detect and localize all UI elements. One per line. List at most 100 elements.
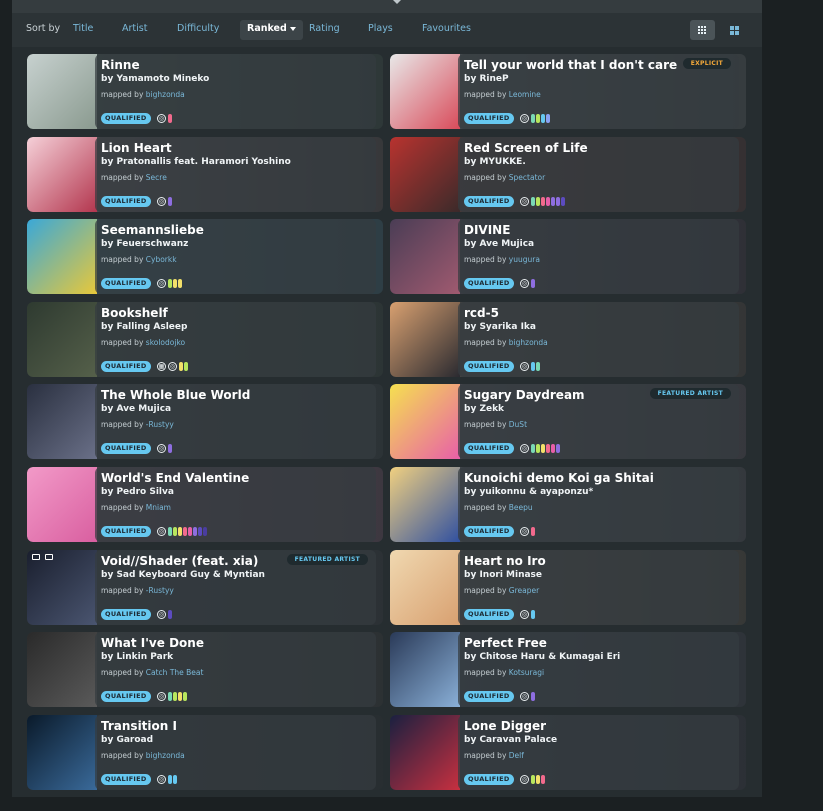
beatmap-artist[interactable]: by Inori Minase: [464, 570, 542, 580]
chevron-down-icon[interactable]: [393, 0, 401, 4]
status-badge[interactable]: QUALIFIED: [101, 526, 151, 537]
sort-title[interactable]: Title: [73, 23, 93, 34]
beatmap-card[interactable]: rcd-5 by Syarika Ika mapped by bighzonda QU…: [390, 301, 746, 377]
difficulty-dot[interactable]: [168, 774, 172, 784]
status-badge[interactable]: QUALIFIED: [464, 526, 514, 537]
view-grid-button[interactable]: [690, 20, 715, 40]
difficulty-dot[interactable]: [536, 196, 540, 206]
difficulty-dot[interactable]: [168, 609, 172, 619]
beatmap-title[interactable]: Tell your world that I don't care: [464, 58, 677, 72]
difficulty-dot[interactable]: [198, 527, 202, 536]
status-badge[interactable]: QUALIFIED: [101, 608, 151, 620]
cover-image[interactable]: [390, 549, 460, 625]
difficulty-dot[interactable]: [531, 444, 535, 454]
mapper-link[interactable]: Leomine: [509, 90, 541, 99]
difficulty-dot[interactable]: [531, 114, 535, 123]
beatmap-title[interactable]: DIVINE: [464, 223, 510, 237]
beatmap-title[interactable]: Kunoichi demo Koi ga Shitai: [464, 471, 654, 485]
cover-image[interactable]: [27, 54, 97, 129]
beatmap-artist[interactable]: by Garoad: [101, 735, 153, 745]
beatmap-card[interactable]: Lion Heart by Pratonallis feat. Haramori …: [27, 136, 383, 212]
cover-image[interactable]: [27, 301, 97, 377]
difficulty-dot[interactable]: [173, 527, 177, 536]
cover-image[interactable]: [27, 467, 97, 542]
beatmap-card[interactable]: What I've Done by Linkin Park mapped by Ca…: [27, 632, 383, 708]
beatmap-artist[interactable]: by Feuerschwanz: [101, 239, 188, 249]
beatmap-title[interactable]: Seemannsliebe: [101, 223, 204, 237]
beatmap-artist[interactable]: by MYUKKE.: [464, 157, 526, 167]
sort-favourites[interactable]: Favourites: [422, 23, 471, 34]
beatmap-artist[interactable]: by Pratonallis feat. Haramori Yoshino: [101, 157, 291, 167]
status-badge[interactable]: QUALIFIED: [101, 113, 151, 124]
mapper-link[interactable]: DuSt: [509, 420, 527, 429]
status-badge[interactable]: QUALIFIED: [101, 691, 151, 703]
beatmap-title[interactable]: World's End Valentine: [101, 471, 249, 485]
beatmap-title[interactable]: Heart no Iro: [464, 554, 546, 568]
beatmap-artist[interactable]: by RineP: [464, 74, 509, 84]
status-badge[interactable]: QUALIFIED: [101, 360, 151, 372]
status-badge[interactable]: QUALIFIED: [101, 443, 151, 455]
status-badge[interactable]: QUALIFIED: [101, 278, 151, 290]
difficulty-dot[interactable]: [168, 196, 172, 206]
beatmap-card[interactable]: Tell your world that I don't care by Rine…: [390, 54, 746, 129]
sort-ranked[interactable]: Ranked: [240, 20, 303, 40]
mapper-link[interactable]: Spectator: [509, 173, 545, 182]
beatmap-artist[interactable]: by Ave Mujica: [464, 239, 534, 249]
mapper-link[interactable]: Delf: [509, 751, 524, 760]
beatmap-title[interactable]: Lone Digger: [464, 719, 546, 733]
status-badge[interactable]: QUALIFIED: [464, 195, 514, 207]
beatmap-title[interactable]: Transition I: [101, 719, 177, 733]
beatmap-title[interactable]: What I've Done: [101, 636, 204, 650]
difficulty-dot[interactable]: [203, 527, 207, 536]
beatmap-artist[interactable]: by Chitose Haru & Kumagai Eri: [464, 652, 620, 662]
difficulty-dot[interactable]: [531, 774, 535, 784]
sort-rating[interactable]: Rating: [309, 23, 340, 34]
sort-plays[interactable]: Plays: [368, 23, 393, 34]
cover-image[interactable]: [390, 54, 460, 129]
difficulty-dot[interactable]: [546, 196, 550, 206]
beatmap-artist[interactable]: by Caravan Palace: [464, 735, 557, 745]
view-large-button[interactable]: [722, 20, 747, 40]
beatmap-card[interactable]: Seemannsliebe by Feuerschwanz mapped by Cy…: [27, 219, 383, 295]
beatmap-artist[interactable]: by yuikonnu & ayaponzu*: [464, 487, 593, 497]
mapper-link[interactable]: bighzonda: [509, 338, 548, 347]
beatmap-artist[interactable]: by Zekk: [464, 404, 504, 414]
difficulty-dot[interactable]: [173, 774, 177, 784]
difficulty-dot[interactable]: [168, 279, 172, 289]
cover-image[interactable]: [390, 136, 460, 212]
difficulty-dot[interactable]: [536, 114, 540, 123]
difficulty-dot[interactable]: [541, 114, 545, 123]
difficulty-dot[interactable]: [173, 692, 177, 702]
beatmap-card[interactable]: Perfect Free by Chitose Haru & Kumagai Er…: [390, 632, 746, 708]
cover-image[interactable]: [27, 219, 97, 295]
difficulty-dot[interactable]: [183, 692, 187, 702]
difficulty-dot[interactable]: [541, 774, 545, 784]
beatmap-card[interactable]: Transition I by Garoad mapped by bighzonda…: [27, 714, 383, 790]
mapper-link[interactable]: Catch The Beat: [146, 668, 204, 677]
beatmap-artist[interactable]: by Sad Keyboard Guy & Myntian: [101, 570, 265, 580]
beatmap-title[interactable]: Sugary Daydream: [464, 388, 585, 402]
status-badge[interactable]: QUALIFIED: [101, 195, 151, 207]
difficulty-dot[interactable]: [546, 114, 550, 123]
difficulty-dot[interactable]: [184, 361, 188, 371]
difficulty-dot[interactable]: [531, 196, 535, 206]
difficulty-dot[interactable]: [546, 444, 550, 454]
status-badge[interactable]: QUALIFIED: [464, 278, 514, 290]
difficulty-dot[interactable]: [536, 444, 540, 454]
cover-image[interactable]: [390, 714, 460, 790]
mapper-link[interactable]: bighzonda: [146, 751, 185, 760]
cover-image[interactable]: [27, 714, 97, 790]
beatmap-title[interactable]: The Whole Blue World: [101, 388, 250, 402]
beatmap-card[interactable]: Bookshelf by Falling Asleep mapped by skol…: [27, 301, 383, 377]
beatmap-artist[interactable]: by Linkin Park: [101, 652, 173, 662]
beatmap-card[interactable]: World's End Valentine by Pedro Silva mappe…: [27, 467, 383, 542]
beatmap-card[interactable]: Void//Shader (feat. xia) by Sad Keyboard …: [27, 549, 383, 625]
mapper-link[interactable]: Beepu: [509, 503, 533, 512]
beatmap-card[interactable]: Kunoichi demo Koi ga Shitai by yuikonnu &…: [390, 467, 746, 542]
mapper-link[interactable]: Secre: [146, 173, 167, 182]
status-badge[interactable]: QUALIFIED: [464, 608, 514, 620]
sort-artist[interactable]: Artist: [122, 23, 147, 34]
difficulty-dot[interactable]: [531, 279, 535, 289]
beatmap-title[interactable]: Void//Shader (feat. xia): [101, 554, 258, 568]
beatmap-title[interactable]: Red Screen of Life: [464, 141, 588, 155]
